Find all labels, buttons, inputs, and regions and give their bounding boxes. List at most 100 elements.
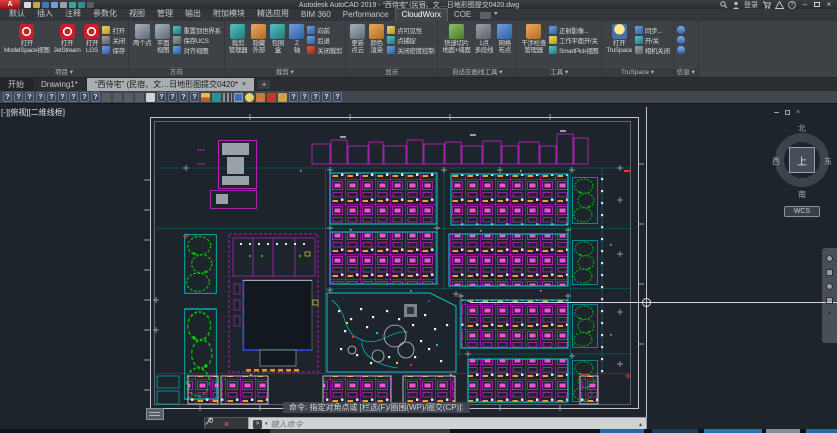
- unknown-plugin-icon[interactable]: ?: [168, 92, 177, 102]
- info-button-2[interactable]: [677, 35, 685, 44]
- open-modelspace-view-button[interactable]: 打开ModelSpace视图: [3, 24, 51, 54]
- wrench-icon[interactable]: [204, 417, 213, 426]
- ribbon-tab-插入[interactable]: 插入: [31, 7, 59, 21]
- ribbon-tab-默认[interactable]: 默认: [3, 7, 31, 21]
- ribbon-tab-视图[interactable]: 视图: [123, 7, 151, 21]
- ribbon-tab-精选应用[interactable]: 精选应用: [251, 7, 295, 21]
- zoom-icon[interactable]: [826, 283, 833, 290]
- info-button-1[interactable]: [677, 25, 685, 34]
- teal-icon[interactable]: [212, 93, 221, 102]
- red-icon[interactable]: [267, 93, 276, 102]
- save-ucs-button[interactable]: 保存UCS: [173, 35, 220, 44]
- viewcube-top-face[interactable]: 上: [789, 147, 815, 173]
- color-render-button[interactable]: 颜色渲染: [368, 24, 385, 54]
- panel-title-7[interactable]: 信息 ▾: [674, 67, 698, 77]
- viewcube-west[interactable]: 西: [772, 156, 780, 167]
- unknown-plugin-icon[interactable]: ?: [36, 92, 45, 102]
- user-icon[interactable]: [732, 1, 740, 9]
- open-lgs-button[interactable]: 打开LGS: [83, 24, 100, 54]
- one-point-polyline-button[interactable]: 1点多段线: [474, 24, 495, 54]
- point-snap-button[interactable]: 点捕捉: [387, 35, 434, 44]
- ribbon-tab-管理[interactable]: 管理: [151, 7, 179, 21]
- density-control-off-button[interactable]: 关闭密度控制: [387, 45, 434, 54]
- quick-slice-button[interactable]: 快速切片地面+墙面: [441, 24, 471, 54]
- bulb-icon[interactable]: [245, 93, 254, 102]
- steering-wheel-icon[interactable]: [826, 255, 833, 262]
- new-drawing-tab-button[interactable]: +: [258, 80, 270, 89]
- unknown-plugin-icon[interactable]: ?: [80, 92, 89, 102]
- ribbon-tab-cloudworx[interactable]: CloudWorx: [395, 8, 448, 21]
- ribbon-tab-coe[interactable]: COE: [448, 9, 477, 21]
- unknown-plugin-icon[interactable]: ?: [311, 92, 320, 102]
- restore-button[interactable]: [814, 2, 820, 7]
- folder-icon[interactable]: [278, 93, 287, 102]
- monitor-icon[interactable]: [234, 93, 243, 102]
- open-truspace-button[interactable]: 打开TruSpace: [605, 24, 633, 54]
- model-space-canvas[interactable]: [-][俯视][二维线框] × 上 北 南 西 东 WCS ▾ 命令: 指定对角…: [0, 104, 837, 433]
- unknown-plugin-icon[interactable]: ?: [58, 92, 67, 102]
- status-segment[interactable]: [600, 429, 644, 433]
- unknown-plugin-icon[interactable]: ?: [91, 92, 100, 102]
- misc-icon[interactable]: [102, 93, 111, 102]
- hide-outside-button[interactable]: 隐藏外部: [250, 24, 267, 54]
- close-button[interactable]: ×: [824, 1, 834, 9]
- z-axis-button[interactable]: Z轴: [288, 24, 305, 54]
- search-icon[interactable]: [720, 1, 728, 9]
- panel-title-1[interactable]: 方向: [129, 67, 224, 77]
- command-dropdown-icon[interactable]: ▾: [265, 421, 268, 427]
- panel-title-0[interactable]: 项目 ▾: [0, 67, 128, 77]
- update-pointcloud-button[interactable]: 更新点云: [349, 24, 366, 54]
- viewcube-east[interactable]: 东: [824, 156, 832, 167]
- clip-back-button[interactable]: 后退: [307, 35, 342, 44]
- info-button-3[interactable]: [677, 45, 685, 54]
- recent-commands-icon[interactable]: ▴: [639, 421, 642, 428]
- align-view-button[interactable]: 对齐视图: [173, 45, 220, 54]
- interference-check-button[interactable]: 干涉检查管理器: [520, 24, 547, 54]
- bounding-box-button[interactable]: 包围盒: [269, 24, 286, 54]
- misc-icon[interactable]: [124, 93, 133, 102]
- orthoimage-button[interactable]: 正射影像...: [549, 25, 598, 34]
- unknown-plugin-icon[interactable]: ?: [14, 92, 23, 102]
- status-segment[interactable]: [652, 429, 698, 433]
- ribbon-tab-参数化[interactable]: 参数化: [87, 7, 123, 21]
- open-jetstream-button[interactable]: 打开JetStream: [53, 24, 82, 54]
- panel-title-6[interactable]: TruSpace ▾: [602, 67, 672, 77]
- two-points-button[interactable]: 两个点: [132, 24, 153, 47]
- file-tab-1[interactable]: Drawing1*: [33, 78, 87, 91]
- camera-off-button[interactable]: 相机关闭: [635, 45, 670, 54]
- viewcube[interactable]: 上 北 南 西 东 WCS: [770, 110, 834, 220]
- cart-icon[interactable]: [762, 1, 771, 9]
- unknown-plugin-icon[interactable]: ?: [69, 92, 78, 102]
- ribbon-tab-performance[interactable]: Performance: [337, 9, 395, 21]
- ribbon-tab-输出[interactable]: 输出: [179, 7, 207, 21]
- ribbon-tab-bim-360[interactable]: BIM 360: [295, 9, 337, 21]
- status-segment[interactable]: [766, 429, 800, 433]
- panel-title-3[interactable]: 显示: [346, 67, 437, 77]
- save-button[interactable]: 保存: [102, 45, 124, 54]
- command-close-icon[interactable]: ×: [224, 420, 229, 429]
- grid-icon[interactable]: [223, 93, 232, 102]
- unknown-plugin-icon[interactable]: ?: [190, 92, 199, 102]
- truspace-toggle-button[interactable]: 开/关: [635, 35, 670, 44]
- panel-title-5[interactable]: 工具 ▾: [517, 67, 601, 77]
- file-tab-0[interactable]: 开始: [0, 78, 33, 91]
- reset-to-world-button[interactable]: 重置到世界系: [173, 25, 220, 34]
- help-icon[interactable]: ?: [788, 1, 796, 9]
- open-button[interactable]: 打开: [102, 25, 124, 34]
- unknown-plugin-icon[interactable]: ?: [25, 92, 34, 102]
- smartpick-view-button[interactable]: SmartPick视图: [549, 45, 598, 54]
- viewcube-south[interactable]: 南: [798, 189, 806, 200]
- clip-forward-button[interactable]: 向前: [307, 25, 342, 34]
- misc-icon[interactable]: [113, 93, 122, 102]
- unknown-plugin-icon[interactable]: ?: [300, 92, 309, 102]
- unknown-plugin-icon[interactable]: ?: [47, 92, 56, 102]
- plan-view-button[interactable]: 平面视图: [154, 24, 171, 54]
- minimize-button[interactable]: –: [800, 1, 810, 9]
- misc-icon[interactable]: [135, 93, 144, 102]
- alert-icon[interactable]: [775, 1, 784, 9]
- unknown-plugin-icon[interactable]: ?: [333, 92, 342, 102]
- wcs-menu-button[interactable]: WCS: [784, 206, 820, 217]
- point-visibility-button[interactable]: 点可见性: [387, 25, 434, 34]
- file-tab-2[interactable]: “西侍宅” (民宿、文…日地形图提交0420*×: [87, 78, 255, 91]
- white-icon[interactable]: [146, 93, 155, 102]
